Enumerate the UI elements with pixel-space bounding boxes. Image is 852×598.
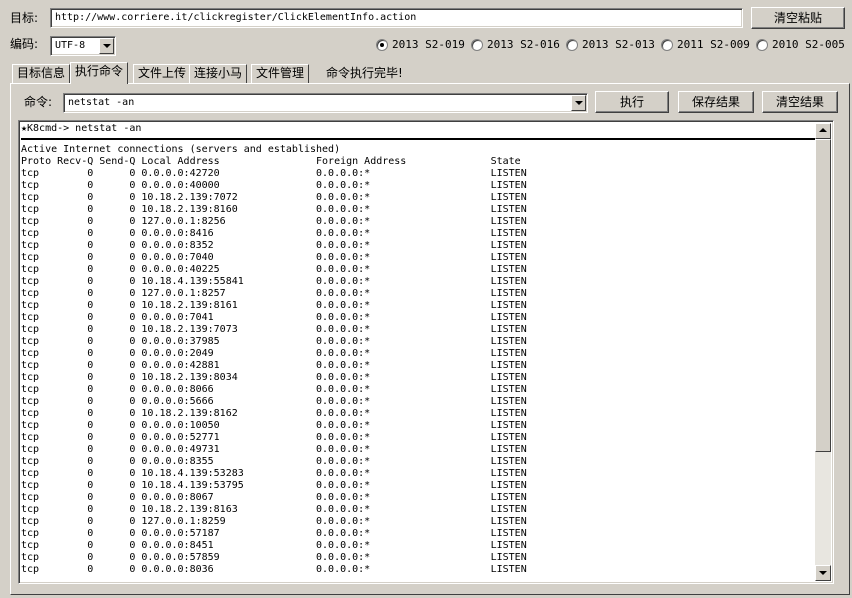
output-row: tcp 0 0 0.0.0.0:57859 0.0.0.0:* LISTEN: [21, 552, 527, 563]
scroll-thumb[interactable]: [815, 139, 831, 452]
output-scrollbar[interactable]: [815, 123, 831, 581]
output-separator: [21, 138, 815, 140]
output-row: tcp 0 0 0.0.0.0:37985 0.0.0.0:* LISTEN: [21, 336, 527, 347]
tab-3[interactable]: 连接小马: [189, 64, 248, 83]
exploit-radio-label: 2010 S2-005: [772, 38, 845, 51]
exploit-radio-label: 2013 S2-016: [487, 38, 560, 51]
encoding-label: 编码:: [10, 37, 39, 51]
output-row: tcp 0 0 0.0.0.0:8066 0.0.0.0:* LISTEN: [21, 384, 527, 395]
chevron-down-icon[interactable]: [571, 95, 586, 111]
exploit-radio-0[interactable]: 2013 S2-019: [376, 38, 465, 52]
output-row: tcp 0 0 0.0.0.0:5666 0.0.0.0:* LISTEN: [21, 396, 527, 407]
scroll-up-arrow-icon[interactable]: [815, 123, 831, 139]
output-row: tcp 0 0 0.0.0.0:8451 0.0.0.0:* LISTEN: [21, 540, 527, 551]
output-row: tcp 0 0 0.0.0.0:7040 0.0.0.0:* LISTEN: [21, 252, 527, 263]
output-row: tcp 0 0 0.0.0.0:8355 0.0.0.0:* LISTEN: [21, 456, 527, 467]
save-result-button[interactable]: 保存结果: [678, 91, 754, 113]
output-row: tcp 0 0 127.0.0.1:8256 0.0.0.0:* LISTEN: [21, 216, 527, 227]
output-row: tcp 0 0 0.0.0.0:10050 0.0.0.0:* LISTEN: [21, 420, 527, 431]
radio-button-icon[interactable]: [756, 39, 768, 51]
command-combo[interactable]: netstat -an: [63, 93, 588, 113]
output-row: tcp 0 0 10.18.2.139:8034 0.0.0.0:* LISTE…: [21, 372, 527, 383]
output-row: tcp 0 0 0.0.0.0:40000 0.0.0.0:* LISTEN: [21, 180, 527, 191]
output-row: tcp 0 0 0.0.0.0:7041 0.0.0.0:* LISTEN: [21, 312, 527, 323]
execute-button[interactable]: 执行: [595, 91, 669, 113]
clear-result-button[interactable]: 清空结果: [762, 91, 838, 113]
output-row: tcp 0 0 0.0.0.0:8067 0.0.0.0:* LISTEN: [21, 492, 527, 503]
exploit-radio-label: 2013 S2-013: [582, 38, 655, 51]
exploit-radio-label: 2013 S2-019: [392, 38, 465, 51]
command-label: 命令:: [24, 95, 53, 109]
command-input[interactable]: netstat -an: [68, 97, 134, 109]
output-row: tcp 0 0 10.18.4.139:53795 0.0.0.0:* LIST…: [21, 480, 527, 491]
radio-button-icon[interactable]: [471, 39, 483, 51]
output-textarea[interactable]: ★K8cmd-> netstat -an Active Internet con…: [18, 120, 834, 584]
output-row: tcp 0 0 0.0.0.0:42881 0.0.0.0:* LISTEN: [21, 360, 527, 371]
radio-button-icon[interactable]: [376, 39, 388, 51]
tab-2[interactable]: 文件上传: [133, 64, 192, 83]
output-heading: Active Internet connections (servers and…: [21, 144, 341, 155]
chevron-down-icon[interactable]: [99, 38, 114, 54]
exploit-radio-label: 2011 S2-009: [677, 38, 750, 51]
output-row: tcp 0 0 0.0.0.0:42720 0.0.0.0:* LISTEN: [21, 168, 527, 179]
scroll-down-arrow-icon[interactable]: [815, 565, 831, 581]
exploit-radio-1[interactable]: 2013 S2-016: [471, 38, 560, 52]
encoding-value: UTF-8: [55, 40, 86, 51]
output-row: tcp 0 0 0.0.0.0:2049 0.0.0.0:* LISTEN: [21, 348, 527, 359]
output-row: tcp 0 0 0.0.0.0:8352 0.0.0.0:* LISTEN: [21, 240, 527, 251]
output-row: tcp 0 0 0.0.0.0:8036 0.0.0.0:* LISTEN: [21, 564, 527, 575]
output-row: tcp 0 0 10.18.2.139:7073 0.0.0.0:* LISTE…: [21, 324, 527, 335]
output-row: tcp 0 0 0.0.0.0:49731 0.0.0.0:* LISTEN: [21, 444, 527, 455]
output-row: tcp 0 0 0.0.0.0:52771 0.0.0.0:* LISTEN: [21, 432, 527, 443]
output-row: tcp 0 0 10.18.2.139:8163 0.0.0.0:* LISTE…: [21, 504, 527, 515]
output-row: tcp 0 0 10.18.4.139:55841 0.0.0.0:* LIST…: [21, 276, 527, 287]
output-prompt: ★K8cmd-> netstat -an: [21, 123, 142, 134]
tab-4[interactable]: 文件管理: [251, 64, 310, 83]
output-row: tcp 0 0 127.0.0.1:8257 0.0.0.0:* LISTEN: [21, 288, 527, 299]
output-row: tcp 0 0 0.0.0.0:8416 0.0.0.0:* LISTEN: [21, 228, 527, 239]
radio-button-icon[interactable]: [566, 39, 578, 51]
tab-1[interactable]: 执行命令: [70, 62, 129, 84]
exploit-radio-2[interactable]: 2013 S2-013: [566, 38, 655, 52]
encoding-select[interactable]: UTF-8: [50, 36, 116, 56]
output-row: tcp 0 0 127.0.0.1:8259 0.0.0.0:* LISTEN: [21, 516, 527, 527]
output-row: tcp 0 0 0.0.0.0:40225 0.0.0.0:* LISTEN: [21, 264, 527, 275]
output-row: tcp 0 0 0.0.0.0:57187 0.0.0.0:* LISTEN: [21, 528, 527, 539]
output-row: tcp 0 0 10.18.4.139:53283 0.0.0.0:* LIST…: [21, 468, 527, 479]
exploit-radio-3[interactable]: 2011 S2-009: [661, 38, 750, 52]
output-row: tcp 0 0 10.18.2.139:8160 0.0.0.0:* LISTE…: [21, 204, 527, 215]
target-label: 目标:: [10, 11, 39, 25]
output-row: tcp 0 0 10.18.2.139:8162 0.0.0.0:* LISTE…: [21, 408, 527, 419]
clear-paste-button[interactable]: 清空粘贴: [751, 7, 845, 29]
output-row: tcp 0 0 10.18.2.139:8161 0.0.0.0:* LISTE…: [21, 300, 527, 311]
status-message: 命令执行完毕!: [326, 66, 403, 80]
exploit-radio-4[interactable]: 2010 S2-005: [756, 38, 845, 52]
tab-0[interactable]: 目标信息: [12, 64, 71, 83]
output-content: ★K8cmd-> netstat -an Active Internet con…: [21, 123, 815, 581]
radio-button-icon[interactable]: [661, 39, 673, 51]
output-row: tcp 0 0 10.18.2.139:7072 0.0.0.0:* LISTE…: [21, 192, 527, 203]
target-url-input[interactable]: http://www.corriere.it/clickregister/Cli…: [50, 8, 743, 28]
output-column-header: Proto Recv-Q Send-Q Local Address Foreig…: [21, 156, 521, 167]
